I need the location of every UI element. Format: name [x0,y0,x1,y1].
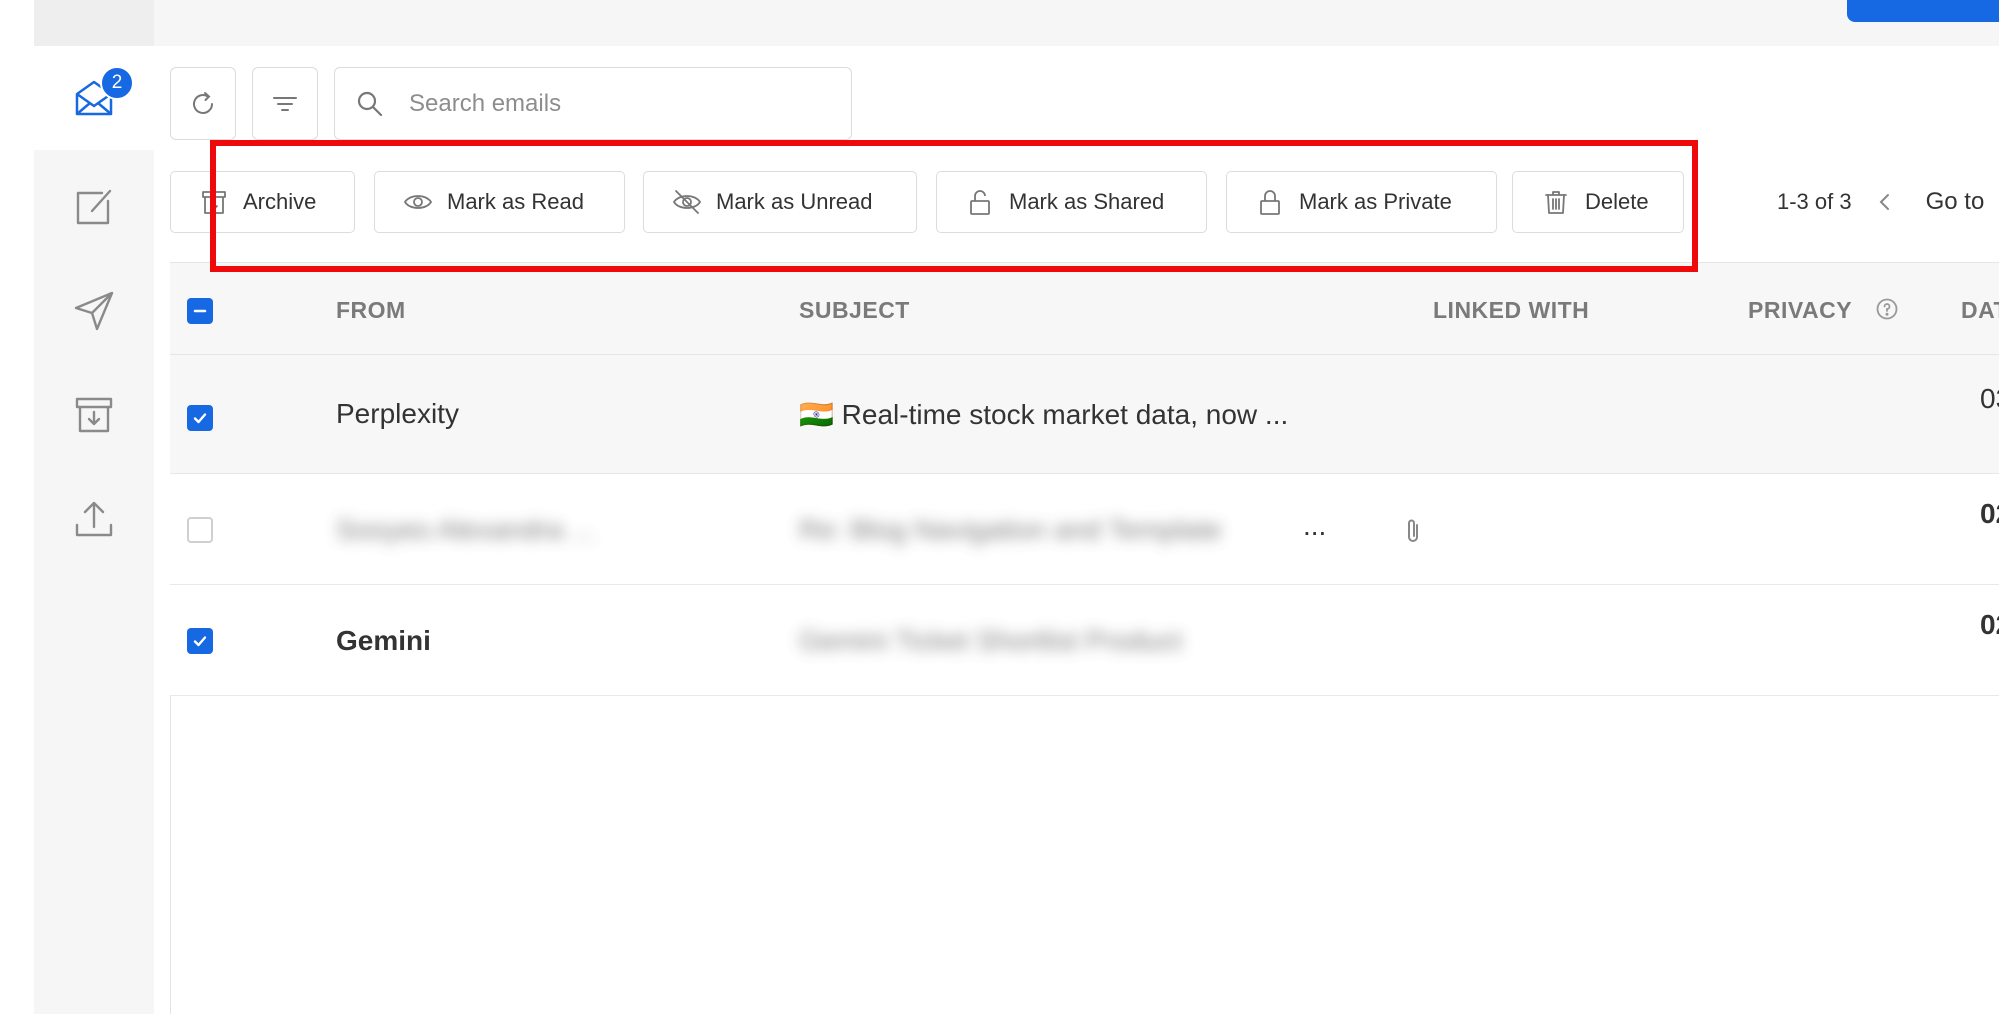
email-date: 03 [1980,383,1999,414]
search-icon [357,91,383,116]
chevron-left-icon [1879,194,1889,210]
mark-as-read-button[interactable]: Mark as Read [374,171,625,233]
india-flag-icon: 🇮🇳 [799,399,834,430]
inbox-unread-badge: 2 [100,66,134,100]
subject-ellipsis: ... [1303,510,1327,541]
table-row[interactable]: Perplexity 🇮🇳 Real-time stock market dat… [170,355,1999,474]
column-privacy[interactable]: PRIVACY [1748,297,1852,324]
unlock-icon [970,190,990,215]
email-sender: Gemini [336,625,431,656]
eye-icon [403,195,433,209]
email-date: 02 [1980,498,1999,529]
delete-button[interactable]: Delete [1512,171,1684,233]
sidebar-item-inbox[interactable]: 2 [34,46,154,150]
check-icon [193,636,207,647]
paperclip-icon [1408,519,1418,542]
sidebar-item-compose[interactable] [34,155,154,259]
mark-as-unread-label: Mark as Unread [716,189,873,214]
paper-plane-icon [74,291,114,331]
mark-as-read-label: Mark as Read [447,189,584,214]
sidebar-item-upload[interactable] [34,467,154,571]
check-icon [193,413,207,424]
minus-icon [193,309,207,313]
mark-as-private-button[interactable]: Mark as Private [1226,171,1497,233]
delete-button-label: Delete [1585,189,1649,214]
archive-button-label: Archive [243,189,317,214]
email-date: 02 [1980,609,1999,640]
email-subject: Gemini Ticket Shortlist Product [799,625,1182,656]
pagination-range: 1-3 of 3 [1777,189,1852,214]
search-box[interactable] [334,67,852,140]
column-date[interactable]: DATE [1961,297,1999,324]
email-subject-text: Real-time stock market data, now ... [841,399,1289,430]
row-checkbox[interactable] [187,628,213,654]
filter-button[interactable] [252,67,318,140]
row-checkbox[interactable] [187,405,213,431]
column-from[interactable]: FROM [336,297,406,324]
primary-action-button[interactable] [1847,0,1999,22]
email-table: FROM SUBJECT LINKED WITH PRIVACY DATE Pe… [170,262,1999,696]
sidebar-item-sent[interactable] [34,259,154,363]
archive-icon [202,191,226,214]
mark-as-unread-button[interactable]: Mark as Unread [643,171,917,233]
lock-icon [1260,190,1280,215]
compose-icon [76,189,112,225]
sidebar: 2 [34,0,154,1014]
column-subject[interactable]: SUBJECT [799,297,910,324]
pagination: 1-3 of 3 Go to [1777,180,1984,224]
archive-box-icon [75,397,113,433]
filter-icon [273,96,297,111]
mark-as-shared-label: Mark as Shared [1009,189,1165,214]
mark-as-private-label: Mark as Private [1299,189,1452,214]
top-bar [154,0,1999,46]
main-panel: Archive Mark as Read Mark as Unread Mark… [154,0,1999,1014]
refresh-button[interactable] [170,67,236,140]
table-header: FROM SUBJECT LINKED WITH PRIVACY DATE [170,262,1999,355]
upload-icon [75,501,113,537]
sidebar-header [34,0,154,46]
email-subject: Re: Blog Navigation and Template [799,514,1222,545]
go-to-page[interactable]: Go to [1926,188,1985,216]
email-subject: 🇮🇳 Real-time stock market data, now ... [799,398,1288,431]
eye-off-icon [672,190,702,214]
sidebar-item-archive[interactable] [34,363,154,467]
refresh-icon [193,91,213,114]
select-all-checkbox[interactable] [187,298,213,324]
table-row[interactable]: Sooyeo Alexandra ... Re: Blog Navigation… [170,474,1999,585]
previous-page-button[interactable] [1874,191,1896,213]
email-sender: Perplexity [336,398,459,429]
mark-as-shared-button[interactable]: Mark as Shared [936,171,1207,233]
search-input[interactable] [409,89,829,118]
archive-button[interactable]: Archive [170,171,355,233]
email-sender: Sooyeo Alexandra ... [336,514,595,545]
column-linked-with[interactable]: LINKED WITH [1433,297,1589,324]
help-circle-icon[interactable] [1875,297,1899,321]
table-row[interactable]: Gemini Gemini Ticket Shortlist Product 0… [170,585,1999,696]
row-checkbox[interactable] [187,517,213,543]
trash-icon [1545,191,1567,214]
